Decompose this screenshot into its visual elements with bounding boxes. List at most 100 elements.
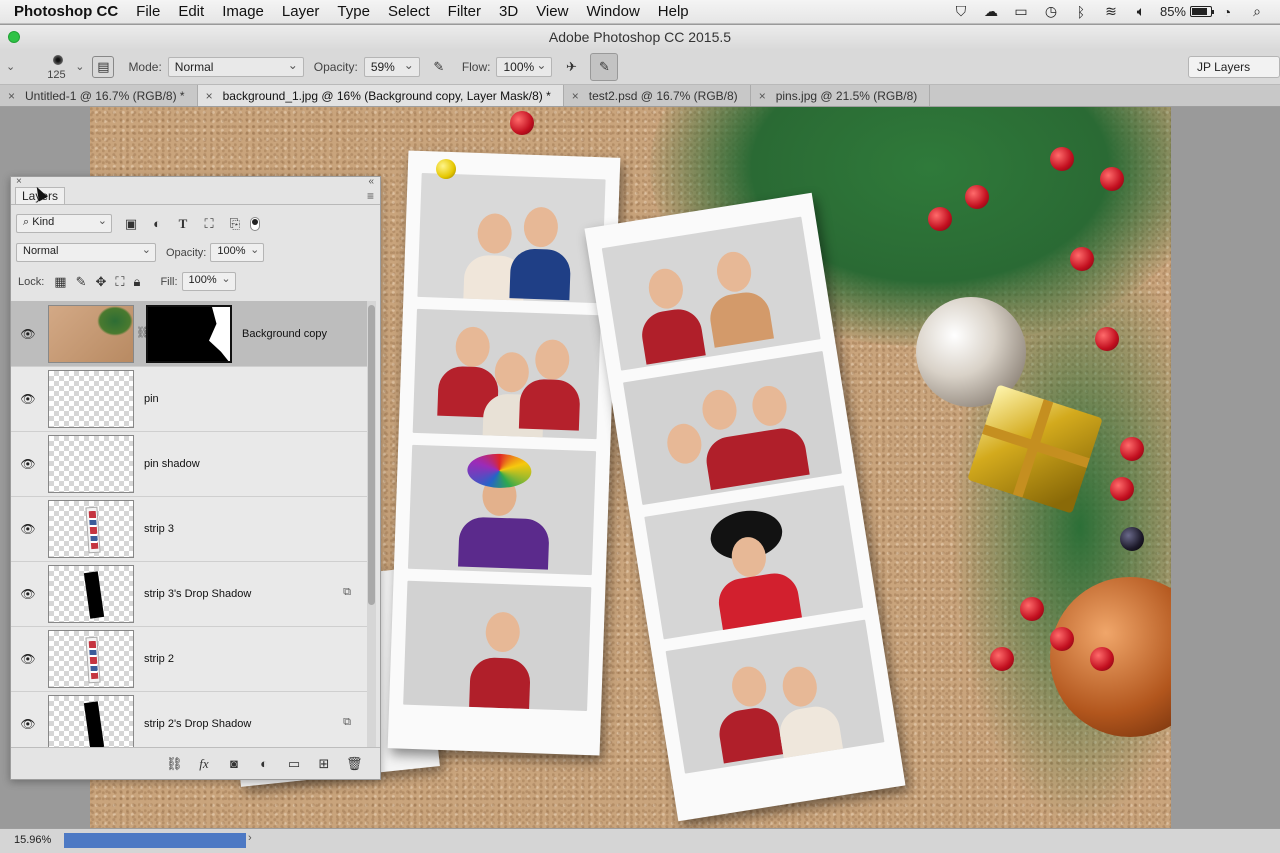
menu-type[interactable]: Type <box>328 3 379 20</box>
layer-opacity-field[interactable]: 100% <box>210 243 265 262</box>
pressure-size-icon[interactable]: ✎ <box>590 52 619 81</box>
layer-thumbnail[interactable] <box>48 630 134 688</box>
lock-all-icon[interactable]: 🔒︎ <box>134 274 141 290</box>
filter-kind-select[interactable]: ⌕ Kind <box>16 214 112 233</box>
lock-pixels-icon[interactable]: ✎ <box>76 274 87 290</box>
menu-edit[interactable]: Edit <box>169 3 213 20</box>
layer-name[interactable]: pin shadow <box>144 458 200 470</box>
shield-icon[interactable]: ⛉ <box>946 3 976 20</box>
new-layer-icon[interactable]: ⊞ <box>316 756 332 772</box>
adjustment-layer-icon[interactable]: ◐ <box>256 756 272 771</box>
visibility-eye-icon[interactable]: 👁︎ <box>11 522 45 536</box>
visibility-eye-icon[interactable]: 👁︎ <box>11 587 45 601</box>
layer-name[interactable]: pin <box>144 393 159 405</box>
layer-thumbnail[interactable] <box>48 435 134 493</box>
linked-effect-icon[interactable]: ⧉ <box>343 586 351 599</box>
visibility-eye-icon[interactable]: 👁︎ <box>11 392 45 406</box>
linked-effect-icon[interactable]: ⧉ <box>343 716 351 729</box>
collapse-panel-icon[interactable]: « <box>368 176 374 187</box>
filter-toggle[interactable] <box>250 216 260 231</box>
scrollbar-thumb[interactable] <box>368 305 375 605</box>
layer-row-strip-3[interactable]: 👁︎ strip 3 <box>11 497 367 562</box>
layer-row-pin-shadow[interactable]: 👁︎ pin shadow <box>11 432 367 497</box>
add-mask-icon[interactable]: ◙ <box>226 756 242 771</box>
layer-name[interactable]: Background copy <box>242 328 327 340</box>
menu-select[interactable]: Select <box>379 3 439 20</box>
search-icon[interactable]: ⌕ <box>1242 3 1272 20</box>
tab-background-1[interactable]: × background_1.jpg @ 16% (Background copy… <box>197 85 564 106</box>
workspace-switcher[interactable]: JP Layers <box>1188 55 1280 78</box>
battery-icon[interactable] <box>1190 6 1214 17</box>
menu-help[interactable]: Help <box>649 3 698 20</box>
airbrush-icon[interactable]: ✈ <box>560 56 582 78</box>
menu-layer[interactable]: Layer <box>273 3 329 20</box>
status-menu-arrow-icon[interactable]: › <box>248 832 252 844</box>
layer-style-fx-icon[interactable]: fx <box>196 756 212 772</box>
cloud-icon[interactable]: ☁ <box>976 3 1006 20</box>
lock-artboard-icon[interactable]: ⛶ <box>115 274 124 290</box>
layer-name[interactable]: strip 3 <box>144 523 174 535</box>
smart-object-filter-icon[interactable]: ⎘ <box>226 216 244 232</box>
adjustment-filter-icon[interactable]: ◐ <box>148 216 166 232</box>
blend-mode-select[interactable]: Normal <box>16 243 156 262</box>
brush-panel-toggle-icon[interactable]: ▤ <box>92 55 115 78</box>
layer-thumbnail[interactable] <box>48 370 134 428</box>
layer-thumbnail[interactable] <box>48 565 134 623</box>
volume-icon[interactable]: 🔈︎ <box>1126 3 1156 20</box>
visibility-eye-icon[interactable]: 👁︎ <box>11 327 45 341</box>
layer-row-background-copy[interactable]: 👁︎ ⛓︎ Background copy <box>11 302 367 367</box>
mode-select[interactable]: Normal <box>167 56 304 77</box>
close-tab-icon[interactable]: × <box>206 89 213 103</box>
link-layers-icon[interactable]: ⛓︎ <box>166 756 183 772</box>
layer-name[interactable]: strip 3's Drop Shadow <box>144 588 251 600</box>
tab-untitled-1[interactable]: × Untitled-1 @ 16.7% (RGB/8) * <box>0 85 198 106</box>
layer-thumbnail[interactable] <box>48 500 134 558</box>
layer-list-scrollbar[interactable] <box>367 301 376 747</box>
zoom-window-button[interactable] <box>8 31 20 43</box>
delete-layer-trash-icon[interactable]: 🗑︎ <box>346 756 363 772</box>
battery-percent[interactable]: 85% <box>1156 4 1190 19</box>
visibility-eye-icon[interactable]: 👁︎ <box>11 457 45 471</box>
shape-filter-icon[interactable]: ⛶ <box>200 216 218 232</box>
zoom-level-field[interactable]: 15.96% <box>6 832 62 850</box>
type-filter-icon[interactable]: T <box>174 216 192 232</box>
layer-row-strip-3-drop-shadow[interactable]: 👁︎ strip 3's Drop Shadow ⧉ <box>11 562 367 627</box>
tab-test2[interactable]: × test2.psd @ 16.7% (RGB/8) <box>564 85 751 106</box>
opacity-field[interactable]: 59% <box>363 56 420 77</box>
bluetooth-icon[interactable]: ᛒ <box>1066 4 1096 20</box>
layer-name[interactable]: strip 2's Drop Shadow <box>144 718 251 730</box>
clock-icon[interactable]: ◔ <box>1212 4 1242 20</box>
layer-name[interactable]: strip 2 <box>144 653 174 665</box>
new-group-folder-icon[interactable]: ▭ <box>286 756 302 772</box>
panel-menu-icon[interactable]: ≡ <box>367 189 374 203</box>
visibility-eye-icon[interactable]: 👁︎ <box>11 717 45 731</box>
menu-view[interactable]: View <box>527 3 577 20</box>
menu-filter[interactable]: Filter <box>439 3 490 20</box>
brush-preset-picker[interactable]: 125 <box>39 52 75 82</box>
image-filter-icon[interactable]: ▣ <box>122 216 140 232</box>
wifi-icon[interactable]: ≋ <box>1096 3 1126 20</box>
tab-pins[interactable]: × pins.jpg @ 21.5% (RGB/8) <box>751 85 931 106</box>
layer-row-pin[interactable]: 👁︎ pin <box>11 367 367 432</box>
layer-row-strip-2-drop-shadow[interactable]: 👁︎ strip 2's Drop Shadow ⧉ <box>11 692 367 747</box>
close-panel-icon[interactable]: × <box>16 176 22 187</box>
menu-app-name[interactable]: Photoshop CC <box>0 3 127 20</box>
menu-file[interactable]: File <box>127 3 169 20</box>
visibility-eye-icon[interactable]: 👁︎ <box>11 652 45 666</box>
layer-thumbnail[interactable] <box>48 305 134 363</box>
close-tab-icon[interactable]: × <box>8 89 15 103</box>
lock-position-icon[interactable]: ✥ <box>96 274 107 290</box>
menu-3d[interactable]: 3D <box>490 3 527 20</box>
close-tab-icon[interactable]: × <box>759 89 766 103</box>
time-machine-icon[interactable]: ◷ <box>1036 3 1066 20</box>
tool-preset-chevron-icon[interactable]: ⌄ <box>6 60 15 73</box>
close-tab-icon[interactable]: × <box>572 89 579 103</box>
fill-field[interactable]: 100% <box>181 272 236 291</box>
pressure-opacity-icon[interactable]: ✎ <box>428 56 450 78</box>
menu-image[interactable]: Image <box>213 3 273 20</box>
airplay-icon[interactable]: ▭ <box>1006 3 1036 20</box>
menu-window[interactable]: Window <box>577 3 648 20</box>
brush-preset-chevron-icon[interactable]: ⌄ <box>75 60 84 73</box>
layer-mask-thumbnail[interactable] <box>146 305 232 363</box>
lock-transparency-icon[interactable]: ▦ <box>54 274 66 290</box>
